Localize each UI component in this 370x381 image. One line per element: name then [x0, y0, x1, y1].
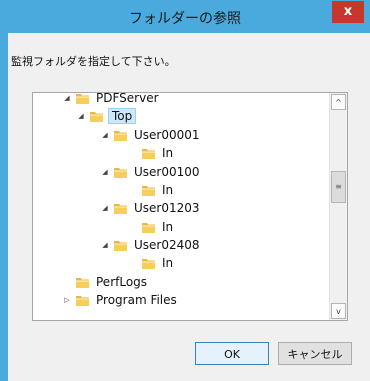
- tree-node[interactable]: In: [127, 218, 175, 236]
- dialog-title: フォルダーの参照: [129, 11, 241, 27]
- tree-node-label: In: [162, 183, 174, 197]
- folder-icon: [142, 222, 155, 233]
- folder-icon: [114, 240, 127, 251]
- tree-node-label: In: [162, 256, 174, 270]
- folder-icon: [114, 130, 127, 141]
- ok-button[interactable]: OK: [195, 342, 269, 365]
- dialog-body: 監視フォルダを指定して下さい。 ◢ PDFServer ◢ Top ◢ User00001…: [8, 33, 370, 381]
- tree-node-label: PDFServer: [96, 92, 159, 105]
- scroll-down-button[interactable]: v: [331, 303, 346, 319]
- tree-node-label: In: [162, 146, 174, 160]
- expand-arrow-icon[interactable]: ▷: [61, 296, 73, 304]
- tree-node[interactable]: ◢ Top: [75, 107, 137, 125]
- collapse-arrow-icon[interactable]: ◢: [99, 168, 111, 176]
- tree-node-label: User01203: [134, 201, 200, 215]
- folder-icon: [76, 295, 89, 306]
- tree-node-label: User02408: [134, 238, 200, 252]
- collapse-arrow-icon[interactable]: ◢: [99, 204, 111, 212]
- folder-icon: [76, 277, 89, 288]
- tree-node[interactable]: ▷ Program Files: [61, 291, 179, 309]
- tree-node-label: Program Files: [96, 293, 177, 307]
- collapse-arrow-icon[interactable]: ◢: [75, 112, 87, 120]
- scroll-up-button[interactable]: ^: [331, 94, 346, 110]
- tree-node[interactable]: ◢ PDFServer: [61, 92, 161, 107]
- folder-icon: [114, 203, 127, 214]
- collapse-arrow-icon[interactable]: ◢: [99, 131, 111, 139]
- tree-node-label: In: [162, 220, 174, 234]
- folder-tree[interactable]: ◢ PDFServer ◢ Top ◢ User00001 In ◢ User00100 In ◢ U…: [32, 92, 348, 321]
- folder-icon: [142, 148, 155, 159]
- collapse-arrow-icon[interactable]: ◢: [61, 94, 73, 102]
- folder-icon: [90, 111, 103, 122]
- close-button[interactable]: x: [332, 1, 364, 23]
- instruction-text: 監視フォルダを指定して下さい。: [11, 55, 176, 68]
- folder-icon: [142, 185, 155, 196]
- tree-node[interactable]: ◢ User00001: [99, 126, 202, 144]
- tree-node[interactable]: In: [127, 144, 175, 162]
- folder-browse-dialog: フォルダーの参照 x 監視フォルダを指定して下さい。 ◢ PDFServer ◢ To…: [0, 0, 370, 381]
- vertical-scrollbar[interactable]: ^ ≡ v: [329, 93, 347, 320]
- tree-node-label: Top: [108, 108, 137, 124]
- title-bar[interactable]: フォルダーの参照 x: [0, 0, 370, 33]
- tree-node[interactable]: ◢ User00100: [99, 163, 202, 181]
- tree-node[interactable]: In: [127, 254, 175, 272]
- folder-icon: [114, 167, 127, 178]
- cancel-button[interactable]: キャンセル: [278, 342, 352, 365]
- tree-node[interactable]: PerfLogs: [61, 273, 149, 291]
- tree-node-label: User00100: [134, 165, 200, 179]
- folder-icon: [76, 93, 89, 104]
- collapse-arrow-icon[interactable]: ◢: [99, 241, 111, 249]
- scroll-thumb[interactable]: ≡: [331, 171, 346, 203]
- tree-node-label: User00001: [134, 128, 200, 142]
- tree-node[interactable]: In: [127, 181, 175, 199]
- tree-node-label: PerfLogs: [96, 275, 148, 289]
- folder-icon: [142, 258, 155, 269]
- tree-node[interactable]: ◢ User02408: [99, 236, 202, 254]
- tree-node[interactable]: ◢ User01203: [99, 199, 202, 217]
